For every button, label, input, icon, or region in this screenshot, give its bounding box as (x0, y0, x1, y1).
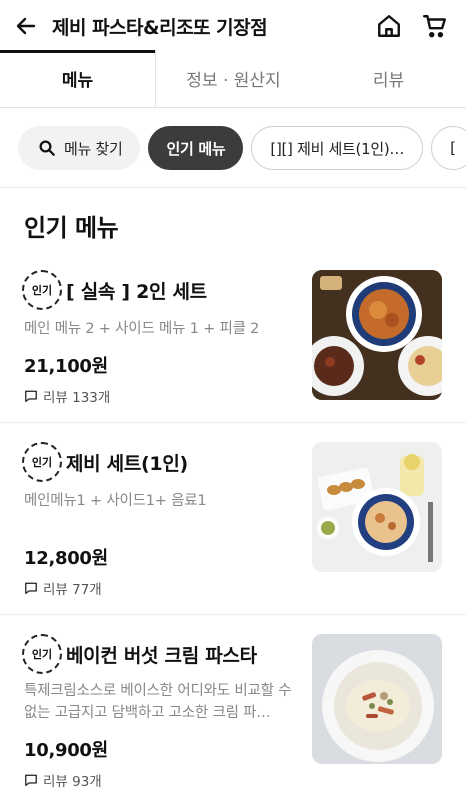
item-description: 특제크림소스로 베이스한 어디와도 비교할 수 없는 고급지고 담백하고 고소한… (24, 683, 292, 721)
popular-badge: 인기 (22, 442, 62, 482)
tab-reviews[interactable]: 리뷰 (311, 50, 466, 107)
item-review-count: 리뷰 77개 (24, 578, 102, 598)
item-review-count: 리뷰 133개 (24, 386, 110, 406)
tab-menu[interactable]: 메뉴 (0, 50, 156, 107)
cart-button[interactable] (412, 0, 458, 52)
item-price: 10,900원 (24, 740, 108, 761)
chip-jebi-set-label: [][] 제비 세트(1인)… (270, 139, 405, 158)
item-review-count: 리뷰 93개 (24, 770, 102, 790)
menu-item[interactable]: 인기 베이컨 버섯 크림 파스타 특제크림소스로 베이스한 어디와도 비교할 수… (0, 632, 466, 806)
search-icon (39, 140, 55, 156)
menu-item[interactable]: 인기 [ 실속 ] 2인 세트 메인 메뉴 2 + 사이드 메뉴 1 + 피클 … (0, 268, 466, 422)
item-name: [ 실속 ] 2인 세트 (66, 280, 207, 303)
popular-badge: 인기 (22, 634, 62, 674)
tab-info[interactable]: 정보 · 원산지 (156, 50, 311, 107)
item-divider (0, 422, 466, 423)
item-photo (312, 270, 442, 400)
popular-badge: 인기 (22, 270, 62, 310)
arrow-left-icon (16, 17, 36, 35)
menu-search-chip[interactable]: 메뉴 찾기 (18, 126, 141, 170)
category-chip-bar: 메뉴 찾기 인기 메뉴 [][] 제비 세트(1인)… [ (0, 108, 466, 188)
chip-jebi-set[interactable]: [][] 제비 세트(1인)… (251, 126, 424, 170)
item-description: 메인 메뉴 2 + 사이드 메뉴 1 + 피클 2 (24, 321, 260, 337)
store-title: 제비 파스타&리조또 기장점 (52, 16, 268, 39)
item-description: 메인메뉴1 + 사이드1+ 음료1 (24, 493, 207, 509)
menu-search-label: 메뉴 찾기 (64, 139, 123, 158)
item-photo (312, 634, 442, 764)
item-name: 제비 세트(1인) (66, 452, 188, 475)
menu-item[interactable]: 인기 제비 세트(1인) 메인메뉴1 + 사이드1+ 음료1 12,800원 리… (0, 440, 466, 598)
speech-bubble-icon (25, 774, 37, 786)
app-header: 제비 파스타&리조또 기장점 (0, 0, 466, 52)
tab-bar: 메뉴 정보 · 원산지 리뷰 (0, 50, 466, 108)
item-price: 12,800원 (24, 548, 108, 569)
cart-icon (422, 15, 446, 38)
speech-bubble-icon (25, 390, 37, 402)
chip-next-label: [ (450, 139, 456, 157)
speech-bubble-icon (25, 582, 37, 594)
section-title: 인기 메뉴 (24, 214, 119, 242)
item-price: 21,100원 (24, 356, 108, 377)
chip-popular[interactable]: 인기 메뉴 (148, 126, 244, 170)
back-button[interactable] (0, 0, 52, 52)
home-icon (378, 15, 400, 37)
item-photo (312, 442, 442, 572)
item-name: 베이컨 버섯 크림 파스타 (66, 644, 257, 667)
home-button[interactable] (366, 0, 412, 52)
chip-next[interactable]: [ (431, 126, 466, 170)
item-divider (0, 614, 466, 615)
